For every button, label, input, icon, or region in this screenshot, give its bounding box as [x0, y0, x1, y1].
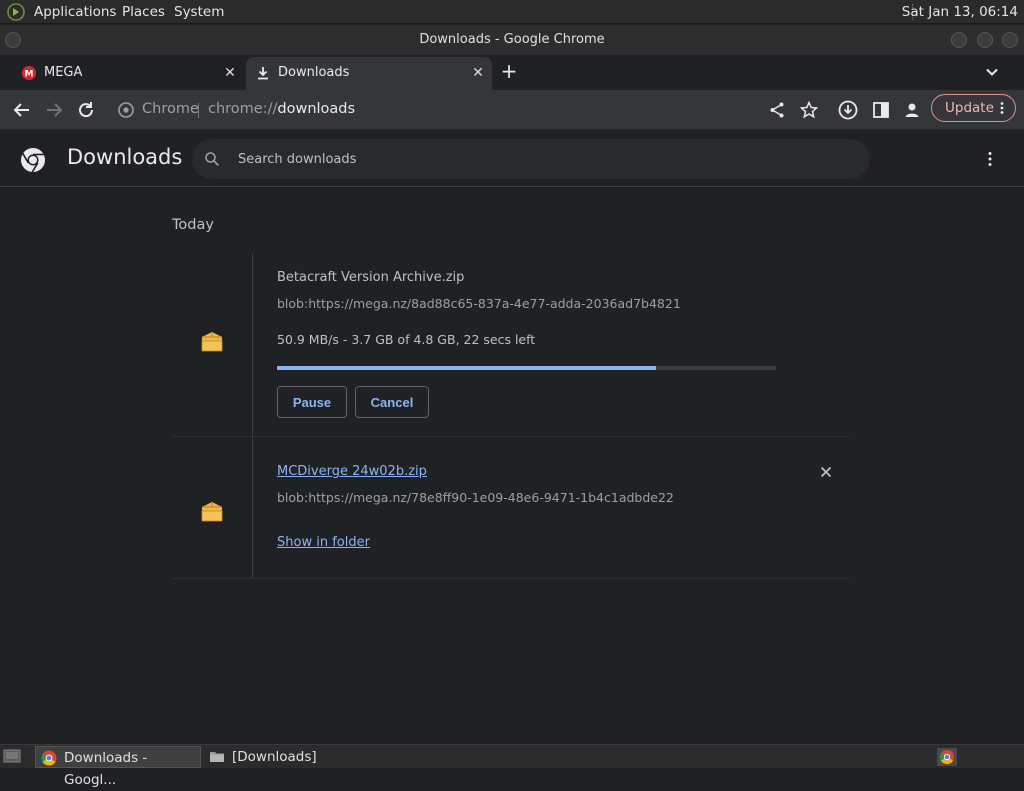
- system-menu[interactable]: System: [174, 4, 224, 20]
- archive-file-icon: [201, 502, 223, 522]
- url-text[interactable]: chrome://downloads: [208, 101, 355, 117]
- pause-button[interactable]: Pause: [277, 386, 347, 418]
- update-button[interactable]: Update: [931, 94, 1016, 122]
- download-icon: [258, 67, 268, 80]
- file-name-link[interactable]: MCDiverge 24w02b.zip: [277, 464, 427, 479]
- file-name: Betacraft Version Archive.zip: [277, 270, 465, 285]
- minimize-button[interactable]: [951, 32, 967, 48]
- new-tab-button[interactable]: +: [498, 61, 520, 83]
- file-icon-column: [172, 253, 253, 436]
- close-icon[interactable]: [818, 464, 834, 480]
- system-panel: Applications Places System Sat Jan 13, 0…: [0, 0, 1024, 24]
- taskbar: Downloads - Googl... [Downloads]: [0, 744, 1024, 788]
- download-item: Betacraft Version Archive.zip blob:https…: [172, 253, 850, 437]
- tab-strip: M MEGA ✕ Downloads ✕ +: [0, 55, 1024, 90]
- chrome-tray-icon[interactable]: [937, 748, 957, 766]
- archive-file-icon: [201, 332, 223, 352]
- share-icon[interactable]: [766, 99, 788, 121]
- chrome-logo-icon: [21, 148, 45, 173]
- tab-label: MEGA: [44, 65, 83, 80]
- downloads-header: Downloads: [0, 131, 1024, 187]
- search-box[interactable]: [192, 139, 870, 179]
- places-menu[interactable]: Places: [122, 4, 165, 20]
- window-title: Downloads - Google Chrome: [419, 32, 605, 47]
- search-icon[interactable]: [204, 151, 220, 167]
- progress-fill: [277, 366, 657, 370]
- maximize-button[interactable]: [977, 32, 993, 48]
- reload-icon[interactable]: [75, 99, 97, 121]
- browser-toolbar: Chrome chrome://downloads Update: [0, 90, 1024, 130]
- taskbar-item-chrome[interactable]: Downloads - Googl...: [35, 746, 201, 788]
- close-icon[interactable]: ✕: [222, 65, 238, 81]
- show-in-folder-link[interactable]: Show in folder: [277, 535, 370, 550]
- bookmark-star-icon[interactable]: [798, 99, 820, 121]
- tab-label: Downloads: [278, 65, 350, 80]
- chrome-icon: [41, 750, 57, 766]
- file-url: blob:https://mega.nz/78e8ff90-1e09-48e6-…: [277, 490, 674, 505]
- download-status: 50.9 MB/s - 3.7 GB of 4.8 GB, 22 secs le…: [277, 332, 536, 347]
- show-desktop-icon[interactable]: [3, 749, 21, 764]
- download-status-icon[interactable]: [837, 99, 859, 121]
- cancel-button[interactable]: Cancel: [355, 386, 429, 418]
- clock[interactable]: Sat Jan 13, 06:14: [902, 4, 1018, 20]
- forward-arrow-icon[interactable]: [43, 99, 65, 121]
- file-icon-column: [172, 437, 253, 578]
- back-arrow-icon[interactable]: [11, 99, 33, 121]
- mega-icon: M: [22, 66, 36, 80]
- task-label: [Downloads]: [232, 749, 317, 765]
- chrome-origin-label: Chrome: [142, 101, 199, 117]
- taskbar-item-downloads-folder[interactable]: [Downloads]: [204, 746, 370, 768]
- download-progress-bar: [277, 366, 776, 370]
- profile-avatar-icon[interactable]: [901, 99, 923, 121]
- update-label: Update: [945, 100, 994, 116]
- date-group-label: Today: [172, 217, 214, 233]
- task-label: Downloads - Googl...: [64, 750, 148, 788]
- applications-menu[interactable]: Applications: [34, 4, 116, 20]
- svg-text:M: M: [25, 70, 34, 80]
- chrome-scheme-icon[interactable]: [118, 102, 134, 118]
- chevron-down-icon[interactable]: [983, 63, 1001, 81]
- close-icon[interactable]: ✕: [470, 65, 486, 81]
- tab-downloads[interactable]: Downloads ✕: [246, 57, 492, 90]
- side-panel-icon[interactable]: [870, 99, 892, 121]
- search-input[interactable]: [236, 149, 836, 169]
- download-item: MCDiverge 24w02b.zip blob:https://mega.n…: [172, 437, 850, 579]
- mint-logo-icon[interactable]: [7, 3, 25, 21]
- tab-mega[interactable]: M MEGA ✕: [12, 57, 244, 90]
- omnibox-separator: [198, 103, 199, 118]
- close-window-button[interactable]: [1002, 32, 1018, 48]
- folder-icon: [210, 752, 224, 762]
- more-vertical-icon[interactable]: [982, 151, 998, 167]
- file-url: blob:https://mega.nz/8ad88c65-837a-4e77-…: [277, 296, 681, 311]
- page-title: Downloads: [67, 145, 183, 169]
- window-titlebar[interactable]: Downloads - Google Chrome: [0, 25, 1024, 55]
- more-vertical-icon[interactable]: [995, 101, 1009, 115]
